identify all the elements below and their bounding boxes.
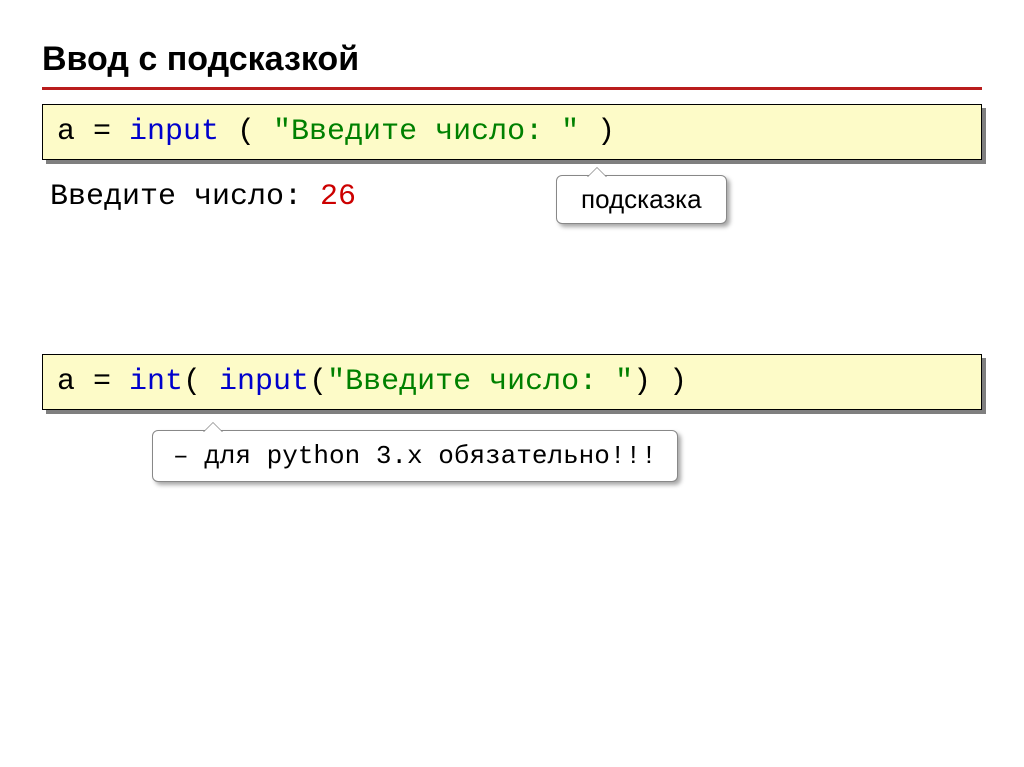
console-output: Введите число: 26 (50, 180, 982, 214)
keyword-input: input (129, 115, 219, 149)
code-block-2: a = int( input("Введите число: ") ) (42, 354, 982, 410)
paren: ) (579, 115, 615, 149)
console-value: 26 (320, 180, 356, 214)
keyword-int: int (129, 365, 183, 399)
paren: ) ) (633, 365, 687, 399)
code-text: a = (57, 115, 129, 149)
paren: ( (309, 365, 327, 399)
callout-hint: подсказка (556, 175, 727, 224)
code-text: a = (57, 365, 129, 399)
paren: ( (183, 365, 219, 399)
string-literal: "Введите число: " (273, 115, 579, 149)
heading-underline (42, 87, 982, 90)
callout-python3: – для python 3.x обязательно!!! (152, 430, 678, 482)
keyword-input: input (219, 365, 309, 399)
string-literal: "Введите число: " (327, 365, 633, 399)
slide-heading: Ввод с подсказкой (42, 40, 982, 79)
paren: ( (219, 115, 273, 149)
console-prompt: Введите число: (50, 180, 320, 214)
code-block-1: a = input ( "Введите число: " ) (42, 104, 982, 160)
